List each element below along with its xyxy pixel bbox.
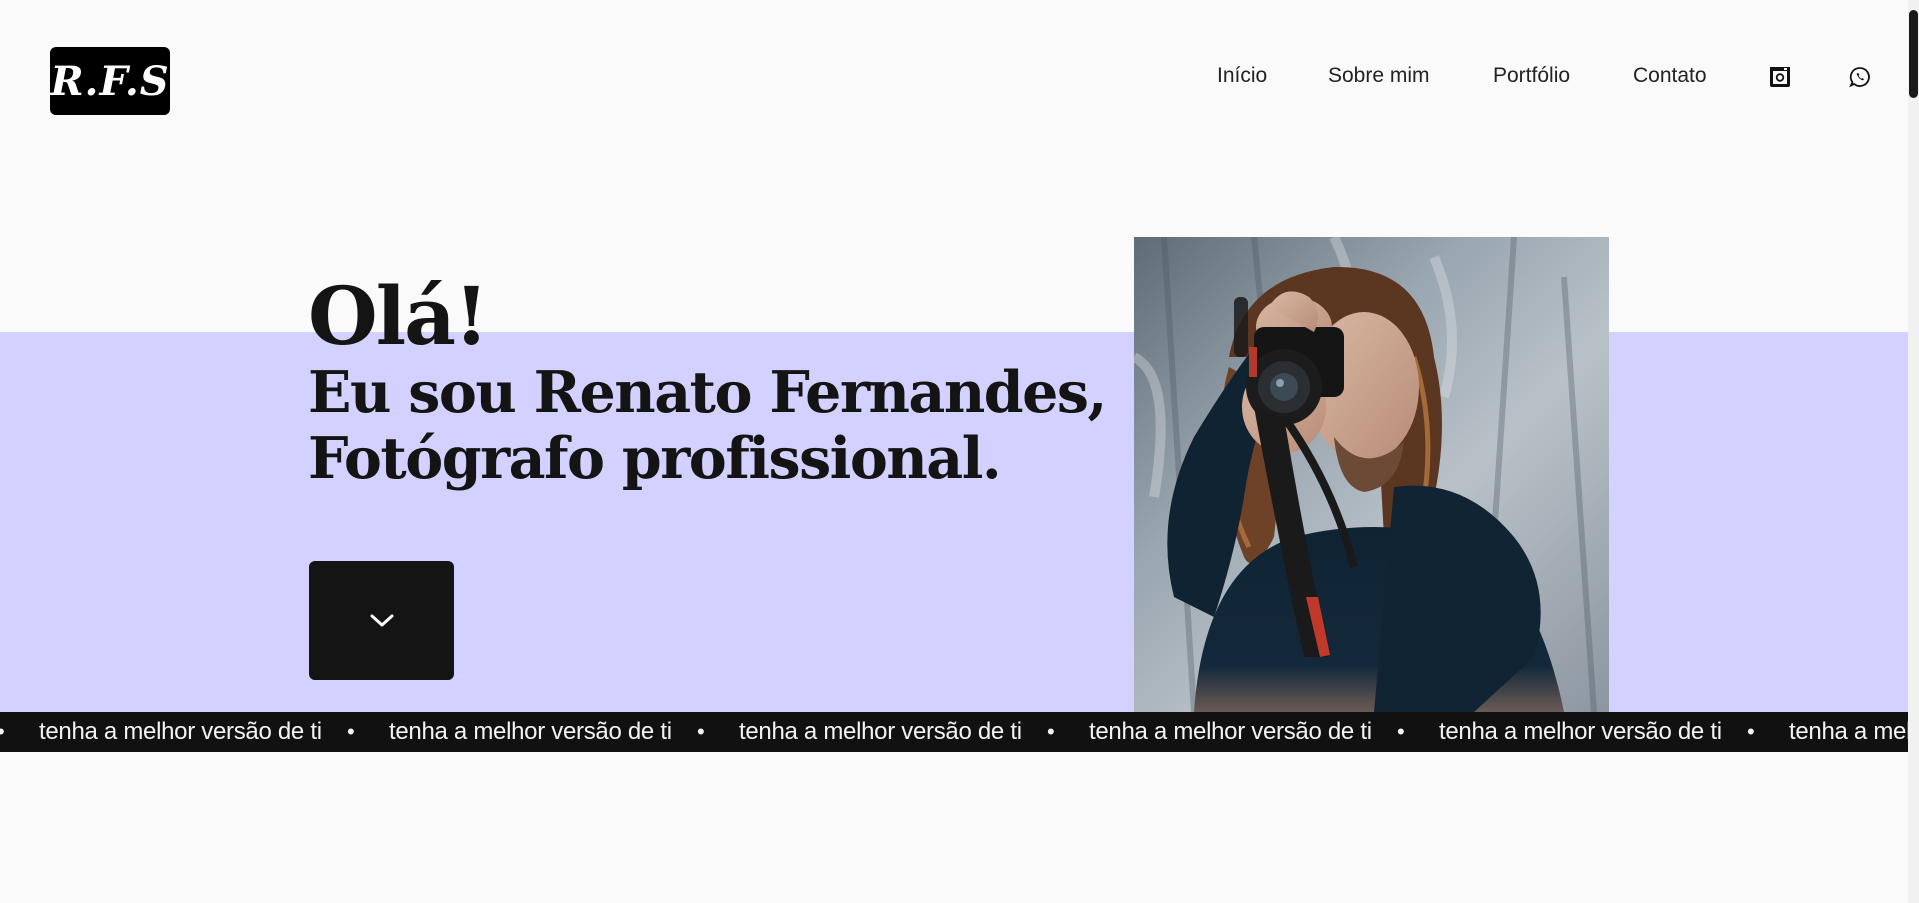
marquee-separator: • [0, 719, 39, 745]
instagram-icon[interactable] [1769, 66, 1791, 88]
nav-link-inicio[interactable]: Início [1217, 64, 1267, 88]
marquee-item: tenha a melhor versão de ti• [1789, 718, 1908, 746]
page-scrollbar[interactable] [1908, 0, 1919, 903]
scroll-down-button[interactable] [309, 561, 454, 680]
hero-headline: Eu sou Renato Fernandes, Fotógrafo profi… [308, 359, 1107, 492]
hero-greeting: Olá! [308, 269, 489, 363]
marquee-item: tenha a melhor versão de ti • [39, 718, 389, 746]
photographer-photo [1134, 237, 1609, 712]
marquee-text: tenha a melhor versão de ti [1089, 718, 1372, 745]
marquee-text: tenha a melhor versão de ti [739, 718, 1022, 745]
marquee-track: tenha a melhor versão de ti • tenha a mel… [0, 712, 1908, 752]
page: R.F.S Início Sobre mim Portfólio Contato… [0, 0, 1919, 903]
marquee-item: tenha a melhor versão de ti • [389, 718, 739, 746]
marquee-item: tenha a melhor versão de ti • [739, 718, 1089, 746]
marquee-separator: • [697, 719, 705, 744]
nav-link-portfolio[interactable]: Portfólio [1493, 64, 1570, 88]
marquee-separator: • [1397, 719, 1405, 744]
marquee-text: tenha a melhor versão de ti [39, 718, 322, 745]
marquee-banner: tenha a melhor versão de ti • tenha a mel… [0, 712, 1908, 752]
whatsapp-icon[interactable] [1849, 66, 1871, 88]
marquee-item: tenha a melhor versão de ti • [1439, 718, 1789, 746]
hero-headline-line2: Fotógrafo profissional. [308, 425, 1002, 492]
marquee-separator: • [1047, 719, 1055, 744]
marquee-item: tenha a melhor versão de ti • [1089, 718, 1439, 746]
marquee-separator: • [1747, 719, 1755, 744]
marquee-item: tenha a melhor versão de ti• [0, 718, 39, 746]
logo[interactable]: R.F.S [50, 47, 170, 115]
logo-text: R.F.S [50, 57, 170, 105]
chevron-down-icon [370, 614, 393, 626]
scrollbar-thumb[interactable] [1909, 10, 1918, 98]
marquee-text: tenha a melhor versão de ti [1439, 718, 1722, 745]
hero-headline-line1: Eu sou Renato Fernandes, [308, 359, 1107, 426]
marquee-text: tenha a melhor versão de ti [1789, 718, 1908, 745]
marquee-text: tenha a melhor versão de ti [389, 718, 672, 745]
marquee-separator: • [347, 719, 355, 744]
nav-link-contato[interactable]: Contato [1633, 64, 1707, 88]
nav-link-sobre-mim[interactable]: Sobre mim [1328, 64, 1430, 88]
